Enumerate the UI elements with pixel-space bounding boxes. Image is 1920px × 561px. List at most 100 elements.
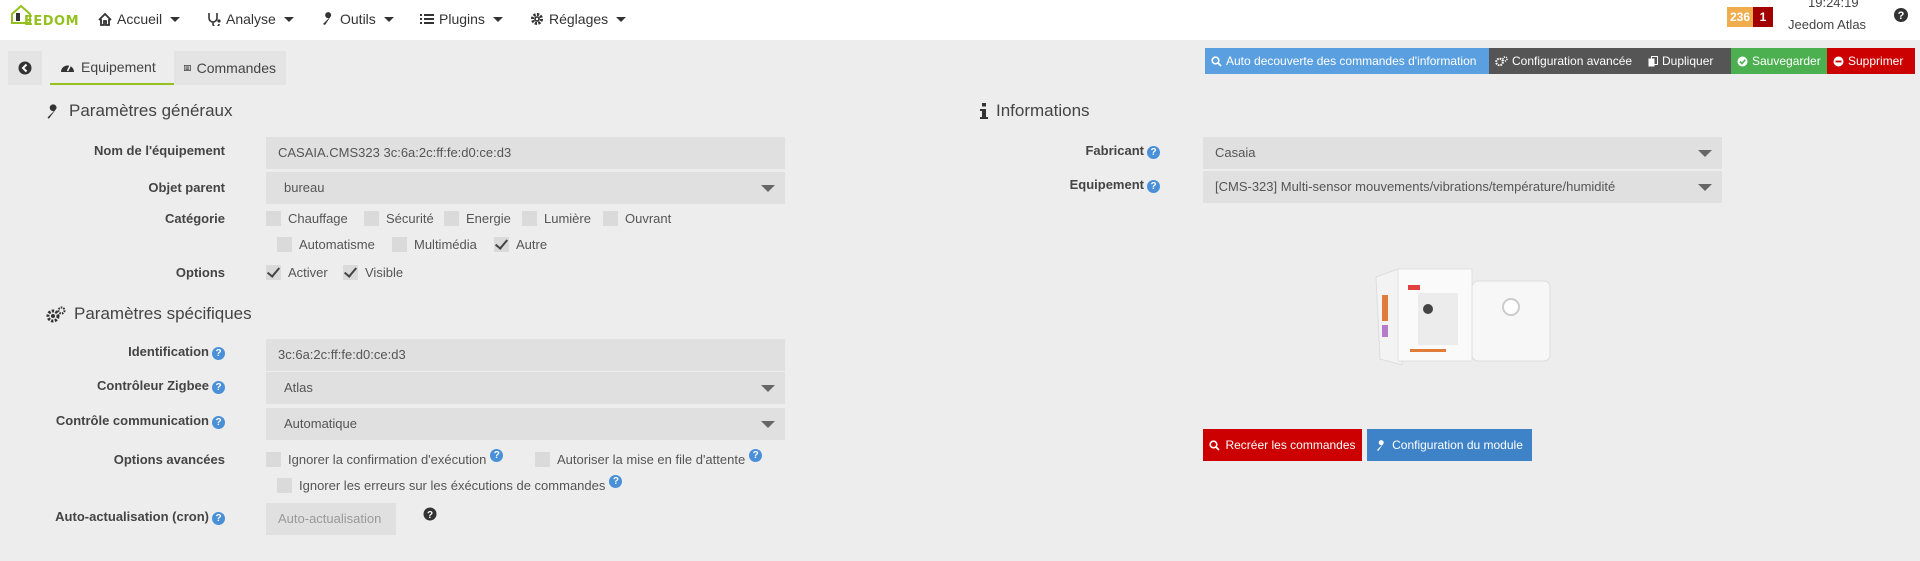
dropdown-arrow-icon (761, 385, 775, 392)
checkbox[interactable] (522, 211, 537, 226)
option-activer[interactable]: Activer (266, 265, 328, 280)
option-ignore-errors[interactable]: Ignorer les erreurs sur les éxécutions d… (277, 475, 623, 493)
help-icon[interactable]: ? (609, 475, 623, 488)
back-button[interactable] (8, 51, 42, 85)
stethoscope-icon (208, 13, 221, 26)
dropdown-arrow-icon (1698, 184, 1712, 191)
category-ouvrant[interactable]: Ouvrant (603, 211, 671, 226)
advanced-config-label: Configuration avancée (1512, 54, 1633, 68)
device-model-value: [CMS-323] Multi-sensor mouvements/vibrat… (1215, 179, 1616, 194)
menu-analyse[interactable]: Analyse (207, 8, 294, 30)
dropdown-arrow-icon (761, 421, 775, 428)
chevron-down-icon (492, 16, 503, 22)
menu-reglages-label: Réglages (549, 11, 609, 27)
advanced-config-button[interactable]: Configuration avancée (1489, 48, 1642, 74)
comm-label: Contrôle communication? (56, 413, 225, 429)
checkbox[interactable] (535, 452, 550, 467)
menu-accueil[interactable]: Accueil (98, 8, 181, 30)
option-allow-queue-label: Autoriser la mise en file d'attente (557, 452, 746, 467)
comm-label-text: Contrôle communication (55, 413, 209, 428)
cron-help-icon[interactable]: ? (423, 507, 437, 521)
device-model-select[interactable]: [CMS-323] Multi-sensor mouvements/vibrat… (1203, 171, 1722, 203)
checkbox[interactable] (603, 211, 618, 226)
menu-plugins[interactable]: Plugins (420, 8, 503, 30)
wrench-icon (323, 12, 332, 25)
help-icon[interactable]: ? (1147, 180, 1160, 193)
category-automatisme[interactable]: Automatisme (277, 237, 375, 252)
clock: 19:24:19 (1808, 0, 1859, 10)
search-icon (1209, 439, 1221, 451)
help-icon[interactable]: ? (749, 449, 763, 462)
module-config-button[interactable]: Configuration du module (1367, 429, 1532, 461)
manufacturer-value: Casaia (1215, 145, 1256, 160)
cron-input[interactable]: Auto-actualisation (266, 503, 396, 535)
dashboard-icon (61, 65, 74, 72)
help-icon[interactable]: ? (212, 512, 225, 525)
parent-object-select[interactable]: bureau (266, 172, 785, 204)
delete-button[interactable]: Supprimer (1827, 48, 1915, 74)
category-multimedia[interactable]: Multimédia (392, 237, 477, 252)
category-securite[interactable]: Sécurité (364, 211, 434, 226)
category-chauffage[interactable]: Chauffage (266, 211, 348, 226)
help-icon[interactable]: ? (212, 381, 225, 394)
category-chauffage-label: Chauffage (288, 211, 348, 226)
checkbox[interactable] (266, 211, 281, 226)
checkbox[interactable] (266, 452, 281, 467)
help-icon[interactable]: ? (1147, 146, 1160, 159)
tab-commandes-label: Commandes (196, 60, 276, 76)
category-lumiere[interactable]: Lumière (522, 211, 591, 226)
checkbox[interactable] (444, 211, 459, 226)
manufacturer-select[interactable]: Casaia (1203, 137, 1722, 169)
messages-badge[interactable]: 236 (1727, 7, 1753, 27)
checkbox[interactable] (364, 211, 379, 226)
option-ignore-confirmation[interactable]: Ignorer la confirmation d'exécution? (266, 449, 504, 467)
checkbox[interactable] (392, 237, 407, 252)
checkbox[interactable] (277, 237, 292, 252)
manufacturer-label-text: Fabricant (1085, 143, 1144, 158)
menu-plugins-label: Plugins (439, 11, 485, 27)
jeedom-logo[interactable]: EEDOM (8, 3, 80, 35)
menu-outils[interactable]: Outils (321, 8, 394, 30)
dropdown-arrow-icon (761, 185, 775, 192)
help-icon[interactable]: ? (490, 449, 504, 462)
option-allow-queue[interactable]: Autoriser la mise en file d'attente? (535, 449, 763, 467)
controller-label: Contrôleur Zigbee? (97, 378, 225, 394)
checkbox[interactable] (277, 478, 292, 493)
updates-badge[interactable]: 1 (1753, 7, 1773, 27)
cogs-icon (46, 306, 66, 322)
checkbox-checked[interactable] (266, 265, 281, 280)
category-autre[interactable]: Autre (494, 237, 547, 252)
home-icon (98, 12, 112, 26)
recreate-commands-button[interactable]: Recréer les commandes (1203, 429, 1362, 461)
device-label-text: Equipement (1069, 177, 1144, 192)
duplicate-label: Dupliquer (1662, 54, 1714, 68)
help-icon[interactable]: ? (212, 416, 225, 429)
chevron-down-icon (616, 16, 627, 22)
zigbee-controller-value: Atlas (284, 380, 313, 395)
identification-input[interactable]: 3c:6a:2c:ff:fe:d0:ce:d3 (266, 339, 785, 371)
tab-commandes[interactable]: Commandes (174, 51, 286, 85)
tab-equipement[interactable]: Equipement (50, 51, 174, 85)
general-section-label: Paramètres généraux (69, 101, 233, 120)
checkbox-checked[interactable] (494, 237, 509, 252)
equipment-name-input[interactable]: CASAIA.CMS323 3c:6a:2c:ff:fe:d0:ce:d3 (266, 137, 785, 169)
category-label: Catégorie (165, 211, 225, 226)
comm-control-select[interactable]: Automatique (266, 408, 785, 440)
help-icon[interactable]: ? (1893, 7, 1909, 23)
controller-label-text: Contrôleur Zigbee (97, 378, 209, 393)
help-icon[interactable]: ? (212, 347, 225, 360)
top-navbar: EEDOM Accueil Analyse Outils Plugins Rég… (0, 0, 1920, 40)
duplicate-button[interactable]: Dupliquer (1642, 48, 1731, 74)
category-energie[interactable]: Energie (444, 211, 511, 226)
checkbox-checked[interactable] (343, 265, 358, 280)
info-icon (980, 103, 988, 119)
category-automatisme-label: Automatisme (299, 237, 375, 252)
menu-accueil-label: Accueil (117, 11, 163, 27)
option-visible[interactable]: Visible (343, 265, 403, 280)
zigbee-controller-select[interactable]: Atlas (266, 372, 785, 404)
save-button[interactable]: Sauvegarder (1731, 48, 1827, 74)
delete-label: Supprimer (1848, 54, 1904, 68)
svg-text:?: ? (1898, 10, 1905, 22)
menu-reglages[interactable]: Réglages (530, 8, 627, 30)
auto-discovery-button[interactable]: Auto decouverte des commandes d'informat… (1205, 48, 1489, 74)
